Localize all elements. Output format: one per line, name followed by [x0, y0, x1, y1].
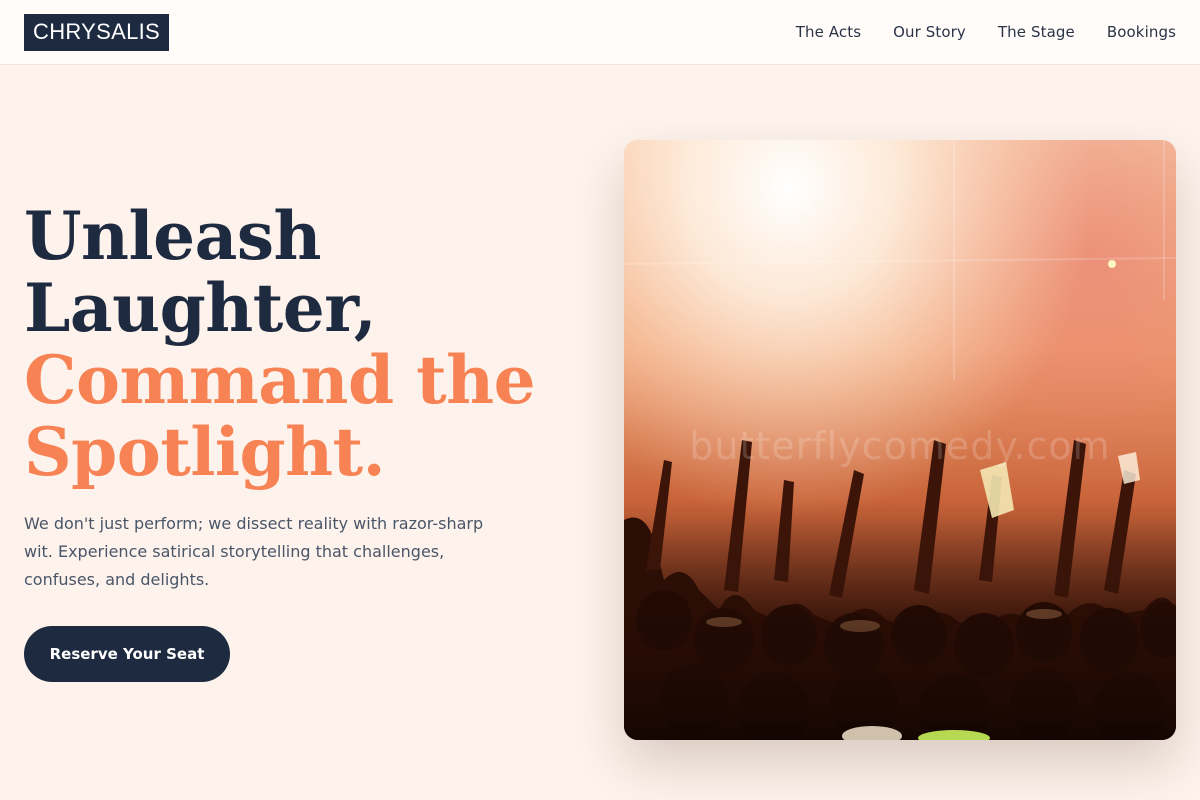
nav-link-the-stage[interactable]: The Stage	[998, 23, 1075, 41]
nav-links: The Acts Our Story The Stage Bookings	[796, 23, 1176, 41]
image-watermark: butterflycomedy.com	[689, 424, 1111, 468]
hero-text: Unleash Laughter, Command the Spotlight.…	[24, 200, 584, 594]
headline-line-2: Laughter,	[24, 269, 377, 347]
hero-headline: Unleash Laughter, Command the Spotlight.	[24, 200, 584, 488]
top-navigation: CHRYSALIS The Acts Our Story The Stage B…	[0, 0, 1200, 65]
brand-logo[interactable]: CHRYSALIS	[24, 13, 170, 51]
headline-accent-line-2: Spotlight.	[24, 413, 386, 491]
headline-line-1: Unleash	[24, 197, 322, 275]
concert-crowd-image: butterflycomedy.com	[624, 140, 1176, 740]
nav-link-our-story[interactable]: Our Story	[893, 23, 966, 41]
hero-description: We don't just perform; we dissect realit…	[24, 514, 484, 589]
nav-link-the-acts[interactable]: The Acts	[796, 23, 861, 41]
reserve-seat-button[interactable]: Reserve Your Seat	[24, 626, 230, 682]
nav-link-bookings[interactable]: Bookings	[1107, 23, 1176, 41]
headline-accent-line-1: Command the	[24, 341, 536, 419]
